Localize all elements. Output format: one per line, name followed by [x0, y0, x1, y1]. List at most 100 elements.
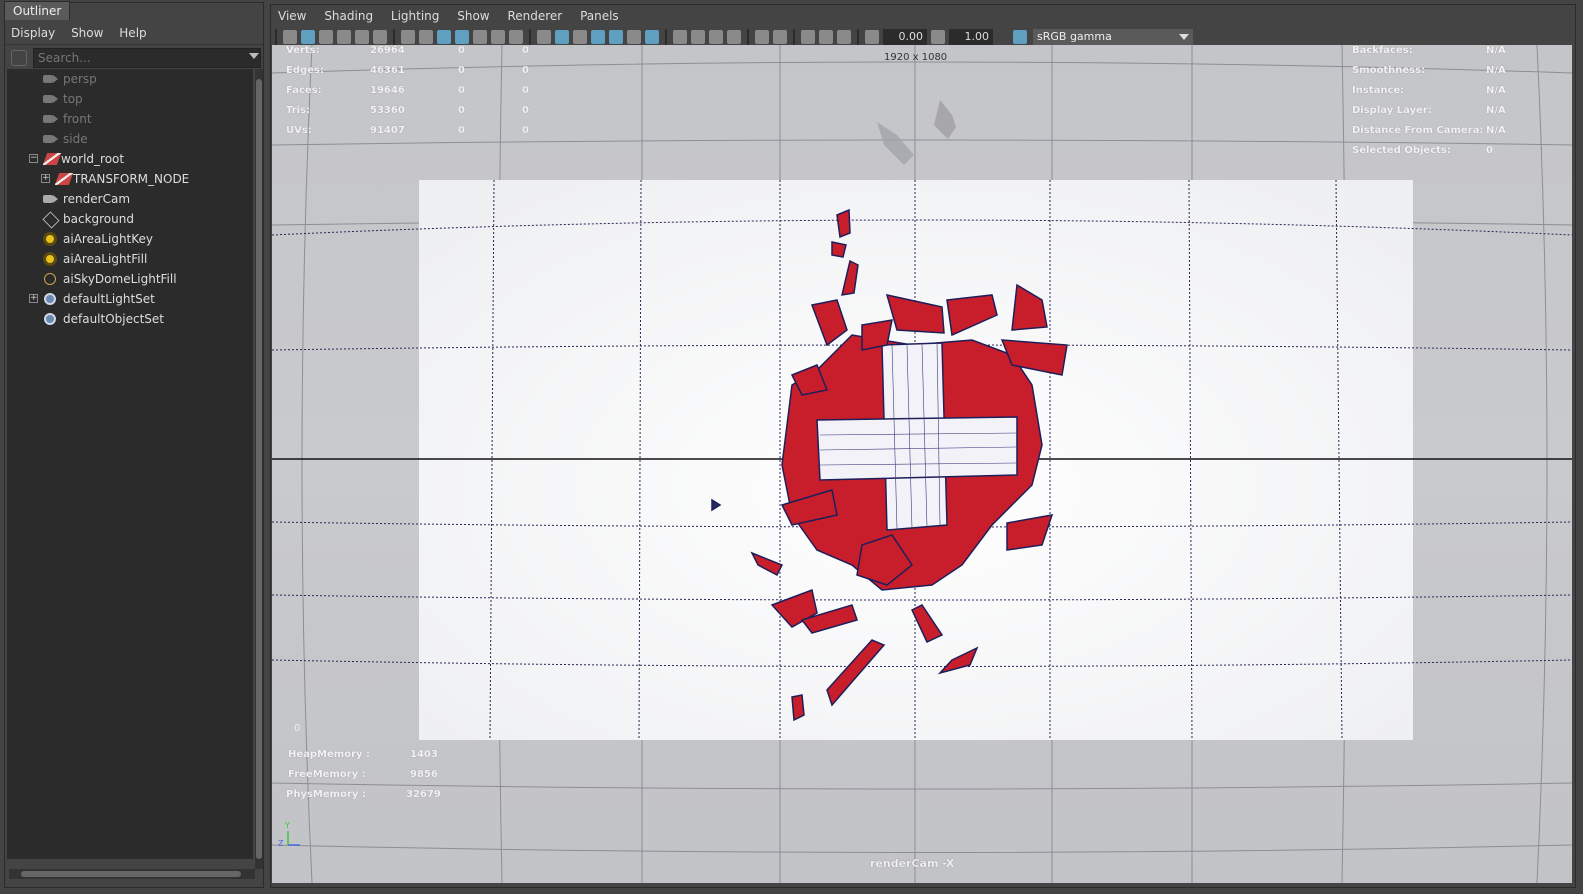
- color-space-value: sRGB gamma: [1037, 30, 1112, 43]
- hud-tris-value: 53360: [370, 105, 405, 116]
- hud-edges-label: Edges:: [286, 65, 324, 76]
- tree-item-transform-node[interactable]: + TRANSFORM_NODE: [39, 169, 249, 189]
- hud-verts-sel: 0: [458, 45, 465, 56]
- hud-uvs-sel: 0: [458, 125, 465, 136]
- camera-icon: [43, 75, 58, 83]
- chevron-down-icon: [1179, 34, 1189, 40]
- 2d-pan-zoom-icon[interactable]: [355, 30, 369, 44]
- shadows-icon[interactable]: [645, 30, 659, 44]
- outliner-panel: Display Show Help persp top front side −…: [4, 2, 264, 888]
- skydome-light-icon: [44, 273, 56, 285]
- toolbar-separator: [793, 29, 795, 45]
- search-dropdown-icon[interactable]: [249, 53, 259, 59]
- outliner-tree: persp top front side − world_root + TRAN…: [7, 69, 253, 859]
- bookmark-icon[interactable]: [319, 30, 333, 44]
- wireframe-on-shaded-icon[interactable]: [591, 30, 605, 44]
- frame-number: 0: [294, 723, 301, 734]
- toolbar-separator: [393, 29, 395, 45]
- mesh-icon: [42, 211, 60, 229]
- isolate-select-icon[interactable]: [755, 30, 769, 44]
- menu-lighting[interactable]: Lighting: [384, 5, 447, 27]
- smooth-shade-icon[interactable]: [555, 30, 569, 44]
- toolbar-separator: [529, 29, 531, 45]
- hud-verts-tri: 0: [522, 45, 529, 56]
- menu-view[interactable]: View: [271, 5, 313, 27]
- expand-icon[interactable]: +: [29, 294, 38, 303]
- gate-mask-icon[interactable]: [455, 30, 469, 44]
- anti-aliasing-icon[interactable]: [709, 30, 723, 44]
- depth-of-field-icon[interactable]: [727, 30, 741, 44]
- set-icon: [44, 293, 56, 305]
- textured-icon[interactable]: [609, 30, 623, 44]
- gamma-field[interactable]: 1.00: [949, 29, 993, 45]
- area-light-icon: [46, 255, 54, 263]
- scroll-thumb[interactable]: [21, 871, 241, 877]
- exposure-field[interactable]: 0.00: [883, 29, 927, 45]
- hud-smoothness-label: Smoothness:: [1352, 65, 1426, 76]
- 3d-viewport[interactable]: 1920 x 1080 Verts: 26964 0 0 Edges: 4636…: [272, 45, 1572, 883]
- grid-icon[interactable]: [401, 30, 415, 44]
- color-space-dropdown[interactable]: sRGB gamma: [1033, 29, 1193, 45]
- camera-icon: [43, 135, 58, 143]
- film-gate-icon[interactable]: [419, 30, 433, 44]
- outliner-tab[interactable]: Outliner: [4, 1, 71, 20]
- use-all-lights-icon[interactable]: [627, 30, 641, 44]
- menu-show[interactable]: Show: [65, 22, 109, 44]
- hud-uvs-tri: 0: [522, 125, 529, 136]
- xray-icon[interactable]: [773, 30, 787, 44]
- default-material-icon[interactable]: [573, 30, 587, 44]
- hud-faces-sel: 0: [458, 85, 465, 96]
- outliner-menubar: Display Show Help: [5, 22, 263, 45]
- gamma-icon[interactable]: [931, 30, 945, 44]
- exposure-icon[interactable]: [865, 30, 879, 44]
- resolution-gate-icon[interactable]: [437, 30, 451, 44]
- vertical-scrollbar[interactable]: [255, 69, 263, 869]
- viewport-menubar: View Shading Lighting Show Renderer Pane…: [271, 5, 1575, 25]
- menu-renderer[interactable]: Renderer: [500, 5, 569, 27]
- camera-attributes-icon[interactable]: [301, 30, 315, 44]
- motion-blur-icon[interactable]: [691, 30, 705, 44]
- menu-help[interactable]: Help: [113, 22, 152, 44]
- search-input[interactable]: [33, 48, 261, 68]
- color-management-icon[interactable]: [1013, 30, 1027, 44]
- image-plane-icon[interactable]: [337, 30, 351, 44]
- expand-icon[interactable]: +: [41, 174, 50, 183]
- collapse-icon[interactable]: −: [29, 154, 38, 163]
- search-row: [5, 47, 263, 69]
- menu-panels[interactable]: Panels: [573, 5, 626, 27]
- hud-backfaces-value: N/A: [1486, 45, 1506, 56]
- hud-tris-label: Tris:: [286, 105, 311, 116]
- hud-distance-label: Distance From Camera:: [1352, 125, 1484, 136]
- hud-faces-label: Faces:: [286, 85, 322, 96]
- menu-show[interactable]: Show: [450, 5, 496, 27]
- tree-item-default-light-set[interactable]: + defaultLightSet: [27, 289, 247, 309]
- backface-culling-icon[interactable]: [837, 30, 851, 44]
- hud-faces-value: 19646: [370, 85, 405, 96]
- hud-uvs-label: UVs:: [286, 125, 312, 136]
- horizontal-scrollbar[interactable]: [9, 869, 255, 879]
- hud-heap-label: HeapMemory :: [288, 749, 371, 760]
- menu-shading[interactable]: Shading: [317, 5, 380, 27]
- axis-y-label: Y: [285, 821, 290, 830]
- grease-pencil-icon[interactable]: [373, 30, 387, 44]
- tree-item-world-root[interactable]: − world_root: [27, 149, 247, 169]
- safe-title-icon[interactable]: [509, 30, 523, 44]
- select-camera-icon[interactable]: [283, 30, 297, 44]
- hud-heap-value: 1403: [410, 749, 438, 760]
- hud-tris-sel: 0: [458, 105, 465, 116]
- hud-edges-tri: 0: [522, 65, 529, 76]
- toolbar-separator: [747, 29, 749, 45]
- xray-joints-icon[interactable]: [801, 30, 815, 44]
- scroll-thumb[interactable]: [256, 79, 262, 859]
- xray-active-icon[interactable]: [819, 30, 833, 44]
- menu-display[interactable]: Display: [5, 22, 61, 44]
- filter-icon[interactable]: [11, 50, 27, 66]
- ambient-occlusion-icon[interactable]: [673, 30, 687, 44]
- hud-backfaces-label: Backfaces:: [1352, 45, 1413, 56]
- view-axis-indicator: Y Z: [278, 821, 308, 855]
- safe-action-icon[interactable]: [491, 30, 505, 44]
- hud-edges-sel: 0: [458, 65, 465, 76]
- wireframe-icon[interactable]: [537, 30, 551, 44]
- area-light-icon: [46, 235, 54, 243]
- field-chart-icon[interactable]: [473, 30, 487, 44]
